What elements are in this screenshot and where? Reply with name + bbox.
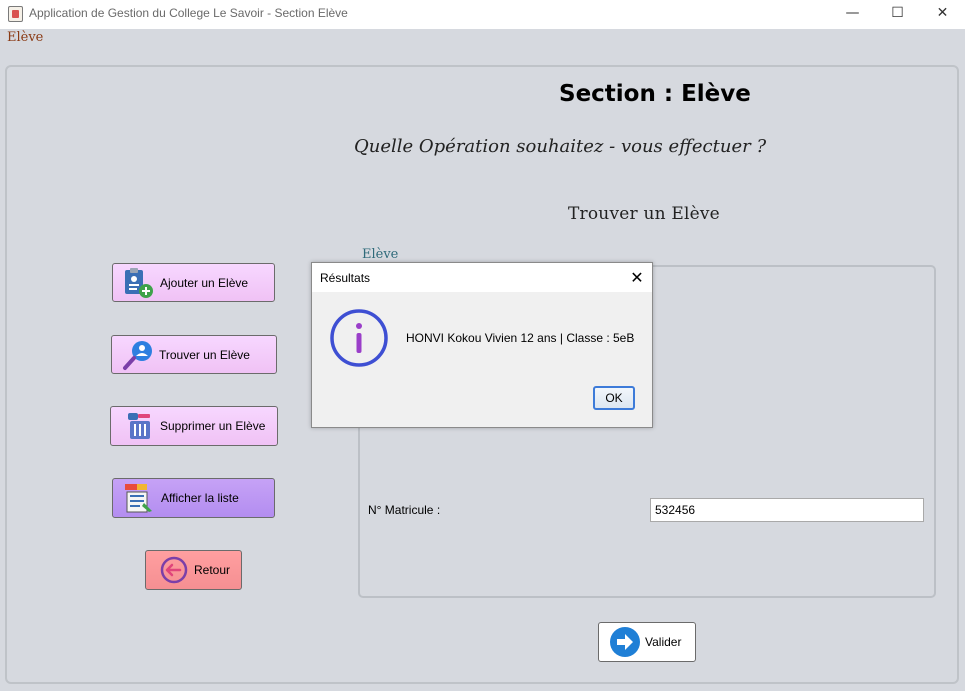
search-student-icon (123, 340, 152, 370)
valider-button[interactable]: Valider (598, 622, 696, 662)
retour-button[interactable]: Retour (145, 550, 242, 590)
delete-student-icon (128, 413, 150, 439)
retour-label: Retour (194, 563, 231, 577)
dialog-title: Résultats (320, 271, 371, 285)
matricule-input[interactable]: 532456 (650, 498, 924, 522)
menu-eleve[interactable]: Elève (7, 30, 43, 45)
matricule-label: N° Matricule : (368, 503, 441, 517)
supprimer-eleve-label: Supprimer un Elève (160, 419, 266, 433)
list-icon (125, 484, 152, 513)
form-title: Trouver un Elève (568, 204, 720, 224)
trouver-eleve-label: Trouver un Elève (159, 347, 250, 362)
ajouter-eleve-button[interactable]: Ajouter un Elève (112, 263, 275, 302)
ajouter-eleve-label: Ajouter un Elève (160, 275, 249, 290)
back-arrow-icon (160, 556, 188, 584)
close-button[interactable]: ✕ (920, 0, 965, 29)
arrow-right-icon (610, 627, 640, 657)
trouver-eleve-button[interactable]: Trouver un Elève (111, 335, 277, 374)
info-icon (330, 309, 388, 367)
group-caption: Elève (362, 247, 399, 262)
dialog-titlebar: Résultats ✕ (312, 263, 652, 292)
java-app-icon (8, 6, 23, 22)
maximize-button[interactable]: ☐ (875, 0, 920, 29)
afficher-liste-button[interactable]: Afficher la liste (112, 478, 275, 518)
window-title: Application de Gestion du College Le Sav… (29, 6, 348, 20)
question-text: Quelle Opération souhaitez - vous effect… (354, 136, 767, 157)
afficher-liste-label: Afficher la liste (161, 491, 239, 505)
add-student-icon (125, 267, 153, 298)
results-dialog: Résultats ✕ HONVI Kokou Vivien 12 ans | … (311, 262, 653, 428)
window-titlebar: Application de Gestion du College Le Sav… (0, 0, 965, 29)
dialog-close-button[interactable]: ✕ (622, 265, 652, 290)
ok-button[interactable]: OK (593, 386, 635, 410)
dialog-message: HONVI Kokou Vivien 12 ans | Classe : 5eB (406, 331, 635, 345)
valider-label: Valider (645, 635, 682, 649)
supprimer-eleve-button[interactable]: Supprimer un Elève (110, 406, 278, 446)
minimize-button[interactable]: — (830, 0, 875, 29)
section-title: Section : Elève (559, 81, 751, 107)
